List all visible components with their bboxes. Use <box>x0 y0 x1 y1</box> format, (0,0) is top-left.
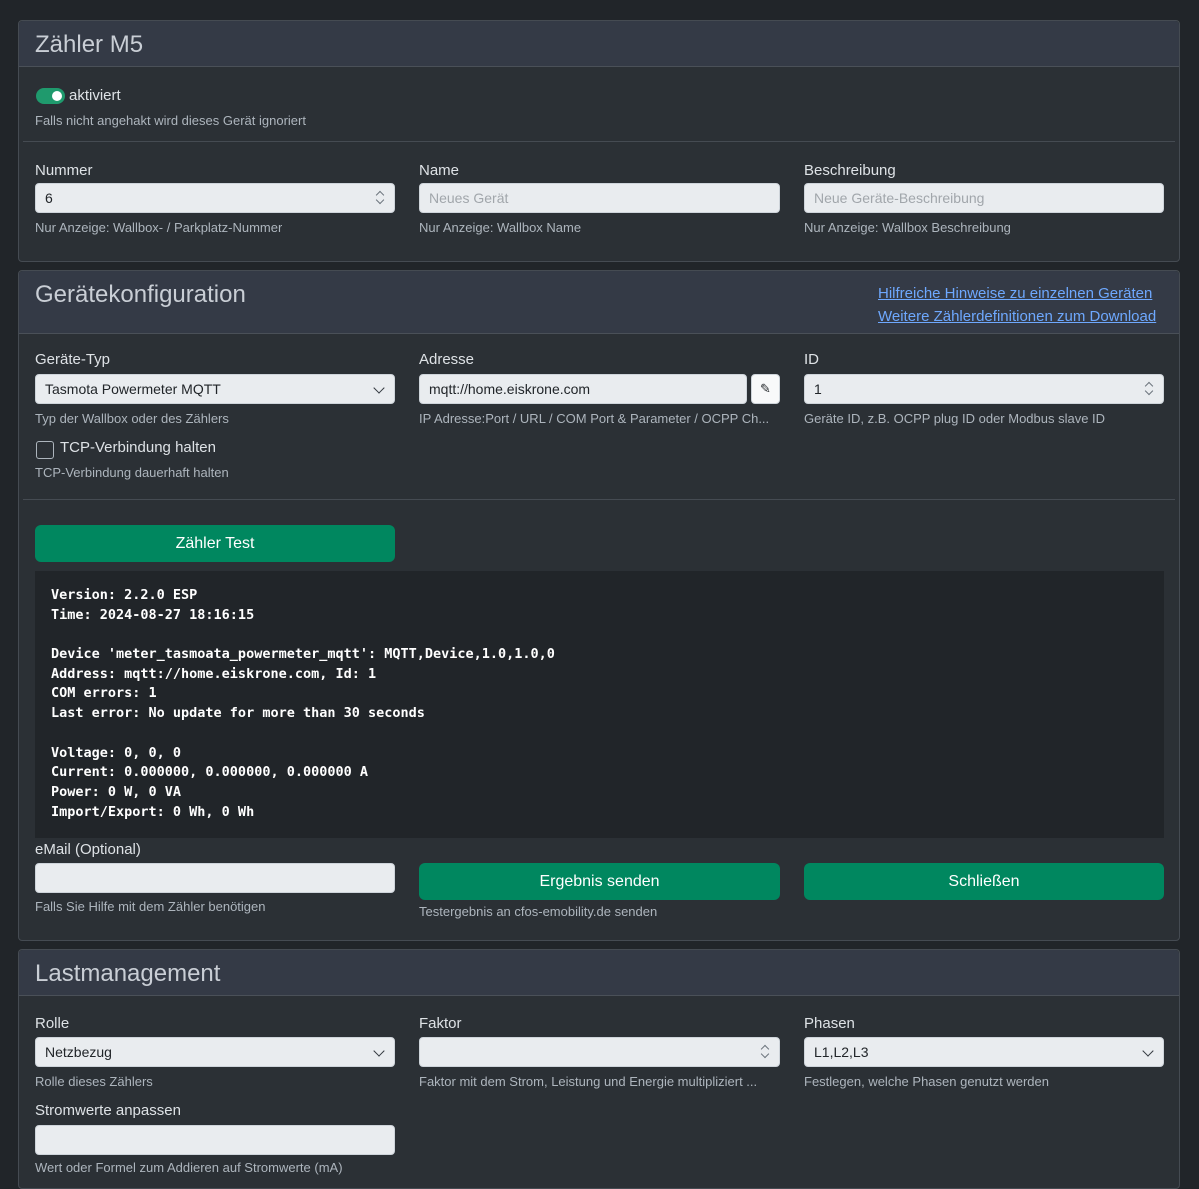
strom-label: Stromwerte anpassen <box>35 1102 181 1119</box>
card-title: Lastmanagement <box>35 960 221 987</box>
help-link-devices[interactable]: Hilfreiche Hinweise zu einzelnen Geräten <box>878 285 1152 302</box>
typ-value: Tasmota Powermeter MQTT <box>45 381 221 397</box>
name-label: Name <box>419 162 460 179</box>
beschreibung-placeholder: Neue Geräte-Beschreibung <box>814 190 985 206</box>
console-line: Last error: No update for more than 30 s… <box>51 705 425 722</box>
nummer-value: 6 <box>45 190 53 206</box>
console-line: Voltage: 0, 0, 0 <box>51 744 182 761</box>
strom-input[interactable] <box>35 1125 395 1155</box>
console-line: COM errors: 1 <box>51 685 157 702</box>
id-value: 1 <box>814 381 822 397</box>
enabled-toggle[interactable] <box>36 88 65 104</box>
id-help: Geräte ID, z.B. OCPP plug ID oder Modbus… <box>804 411 1106 426</box>
beschreibung-help: Nur Anzeige: Wallbox Beschreibung <box>804 220 1011 235</box>
beschreibung-input[interactable]: Neue Geräte-Beschreibung <box>804 183 1164 213</box>
nummer-help: Nur Anzeige: Wallbox- / Parkplatz-Nummer <box>35 220 283 235</box>
name-help: Nur Anzeige: Wallbox Name <box>419 220 582 235</box>
phasen-select[interactable]: L1,L2,L3 <box>804 1037 1164 1067</box>
id-label: ID <box>804 351 819 368</box>
rolle-label: Rolle <box>35 1015 70 1032</box>
rolle-select[interactable]: Netzbezug <box>35 1037 395 1067</box>
email-input[interactable] <box>35 863 395 893</box>
faktor-input[interactable] <box>419 1037 780 1067</box>
spinner-icon[interactable] <box>375 190 385 206</box>
typ-label: Geräte-Typ <box>35 351 111 368</box>
name-input[interactable]: Neues Gerät <box>419 183 780 213</box>
nummer-input[interactable]: 6 <box>35 183 395 213</box>
tcp-label: TCP-Verbindung halten <box>60 439 216 456</box>
ergebnis-senden-button[interactable]: Ergebnis senden <box>419 863 780 900</box>
card-title: Zähler M5 <box>35 31 144 58</box>
toggle-help: Falls nicht angehakt wird dieses Gerät i… <box>35 113 306 128</box>
phasen-value: L1,L2,L3 <box>814 1044 869 1060</box>
console-line: Current: 0.000000, 0.000000, 0.000000 A <box>51 764 368 781</box>
card-header: Zähler M5 <box>19 21 1179 67</box>
card-lastmanagement: Lastmanagement Rolle Netzbezug Rolle die… <box>18 949 1180 1189</box>
spinner-icon[interactable] <box>760 1044 770 1060</box>
divider <box>23 499 1175 500</box>
id-input[interactable]: 1 <box>804 374 1164 404</box>
test-output-console: Version: 2.2.0 ESP Time: 2024-08-27 18:16… <box>35 571 1164 838</box>
adresse-help: IP Adresse:Port / URL / COM Port & Param… <box>419 411 770 426</box>
email-label: eMail (Optional) <box>35 841 141 858</box>
console-line: Address: mqtt://home.eiskrone.com, Id: 1 <box>51 665 377 682</box>
toggle-label: aktiviert <box>69 87 121 104</box>
tcp-checkbox[interactable] <box>36 441 54 459</box>
edit-address-button[interactable]: ✎ <box>751 374 780 404</box>
pencil-icon: ✎ <box>760 381 771 396</box>
phasen-help: Festlegen, welche Phasen genutzt werden <box>804 1074 1049 1089</box>
console-line: Version: 2.2.0 ESP <box>51 587 198 603</box>
console-line: Import/Export: 0 Wh, 0 Wh <box>51 803 255 820</box>
adresse-input[interactable]: mqtt://home.eiskrone.com <box>419 374 747 404</box>
faktor-help: Faktor mit dem Strom, Leistung und Energ… <box>419 1074 758 1089</box>
phasen-label: Phasen <box>804 1015 855 1032</box>
console-line: Device 'meter_tasmoata_powermeter_mqtt':… <box>51 646 555 663</box>
schliessen-button[interactable]: Schließen <box>804 863 1164 900</box>
strom-help: Wert oder Formel zum Addieren auf Stromw… <box>35 1160 343 1175</box>
send-help: Testergebnis an cfos-emobility.de senden <box>419 904 658 919</box>
typ-help: Typ der Wallbox oder des Zählers <box>35 411 229 426</box>
typ-select[interactable]: Tasmota Powermeter MQTT <box>35 374 395 404</box>
email-help: Falls Sie Hilfe mit dem Zähler benötigen <box>35 899 266 914</box>
adresse-value: mqtt://home.eiskrone.com <box>429 381 591 397</box>
rolle-value: Netzbezug <box>45 1044 112 1060</box>
card-header: Gerätekonfiguration Hilfreiche Hinweise … <box>19 271 1179 334</box>
spinner-icon[interactable] <box>1144 381 1154 397</box>
adresse-label: Adresse <box>419 351 475 368</box>
tcp-help: TCP-Verbindung dauerhaft halten <box>35 465 229 480</box>
name-placeholder: Neues Gerät <box>429 190 509 206</box>
console-line: Power: 0 W, 0 VA <box>51 783 182 800</box>
rolle-help: Rolle dieses Zählers <box>35 1074 153 1089</box>
beschreibung-label: Beschreibung <box>804 162 896 179</box>
divider <box>23 141 1175 142</box>
card-geraetekonfiguration: Gerätekonfiguration Hilfreiche Hinweise … <box>18 270 1180 941</box>
faktor-label: Faktor <box>419 1015 462 1032</box>
console-line: Time: 2024-08-27 18:16:15 <box>51 606 255 623</box>
card-title: Gerätekonfiguration <box>35 281 246 308</box>
zaehler-test-button[interactable]: Zähler Test <box>35 525 395 562</box>
card-header: Lastmanagement <box>19 950 1179 996</box>
download-link-meters[interactable]: Weitere Zählerdefinitionen zum Download <box>878 308 1156 325</box>
console-lines: Version: 2.2.0 ESP Time: 2024-08-27 18:16… <box>51 586 1148 822</box>
card-zaehler: Zähler M5 aktiviert Falls nicht angehakt… <box>18 20 1180 262</box>
nummer-label: Nummer <box>35 162 93 179</box>
